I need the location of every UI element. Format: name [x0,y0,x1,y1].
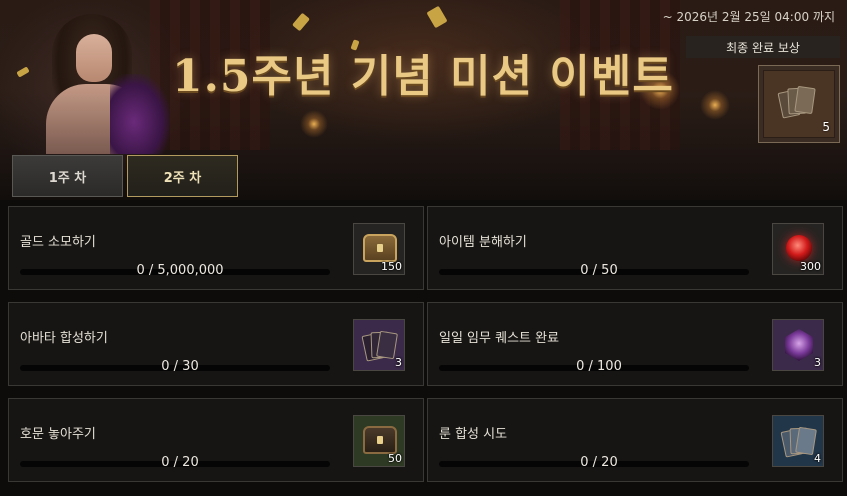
confetti [16,66,30,78]
mission-card: 골드 소모하기 0 / 5,000,000 150 [8,206,424,290]
mission-card: 일일 임무 퀘스트 완료 0 / 100 3 [427,302,843,386]
mission-progress: 0 / 20 [580,455,618,470]
mission-name: 룬 합성 시도 [439,427,508,442]
reward-quantity: 3 [814,356,821,369]
mission-progress: 0 / 100 [576,359,622,374]
reward-slot[interactable]: 3 [353,319,405,371]
reward-quantity: 300 [800,260,821,273]
mission-progress: 0 / 20 [161,455,199,470]
reward-slot[interactable]: 3 [772,319,824,371]
final-reward-label: 최종 완료 보상 [686,36,840,58]
purple-emblem-icon [785,329,813,361]
mission-name: 일일 임무 퀘스트 완료 [439,331,560,346]
mission-card: 아이템 분해하기 0 / 50 300 [427,206,843,290]
wooden-chest-icon [363,426,397,454]
tab-week-2[interactable]: 2주 차 [127,155,238,197]
event-deadline: ~ 2026년 2월 25일 04:00 까지 [662,10,835,24]
mission-card: 아바타 합성하기 0 / 30 3 [8,302,424,386]
mission-name: 호문 놓아주기 [20,427,96,442]
event-banner: 1.5주년 기념 미션 이벤트 ~ 2026년 2월 25일 04:00 까지 … [0,0,847,200]
card-bundle-icon [777,85,816,121]
reward-slot[interactable]: 150 [353,223,405,275]
avatar-card-icon [361,328,398,364]
confetti [292,12,310,32]
reward-slot[interactable]: 50 [353,415,405,467]
red-orb-icon [786,235,812,261]
reward-slot[interactable]: 4 [772,415,824,467]
mission-name: 아이템 분해하기 [439,235,527,250]
mission-name: 아바타 합성하기 [20,331,108,346]
reward-quantity: 3 [395,356,402,369]
reward-quantity: 4 [814,452,821,465]
tab-week-1[interactable]: 1주 차 [12,155,123,197]
final-reward-quantity: 5 [822,120,830,134]
mission-progress: 0 / 50 [580,263,618,278]
mission-progress: 0 / 30 [161,359,199,374]
confetti [426,5,448,29]
mission-card: 룬 합성 시도 0 / 20 4 [427,398,843,482]
rune-card-icon [780,424,817,460]
final-reward-slot[interactable]: 5 [758,65,840,143]
reward-slot[interactable]: 300 [772,223,824,275]
mission-progress: 0 / 5,000,000 [136,263,224,278]
candle-glow [300,110,328,138]
gold-chest-icon [363,234,397,262]
mission-name: 골드 소모하기 [20,235,96,250]
candle-glow [700,90,730,120]
reward-quantity: 150 [381,260,402,273]
character-portrait [30,14,170,154]
event-title: 1.5주년 기념 미션 이벤트 [172,51,674,102]
mission-card: 호문 놓아주기 0 / 20 50 [8,398,424,482]
reward-quantity: 50 [388,452,402,465]
